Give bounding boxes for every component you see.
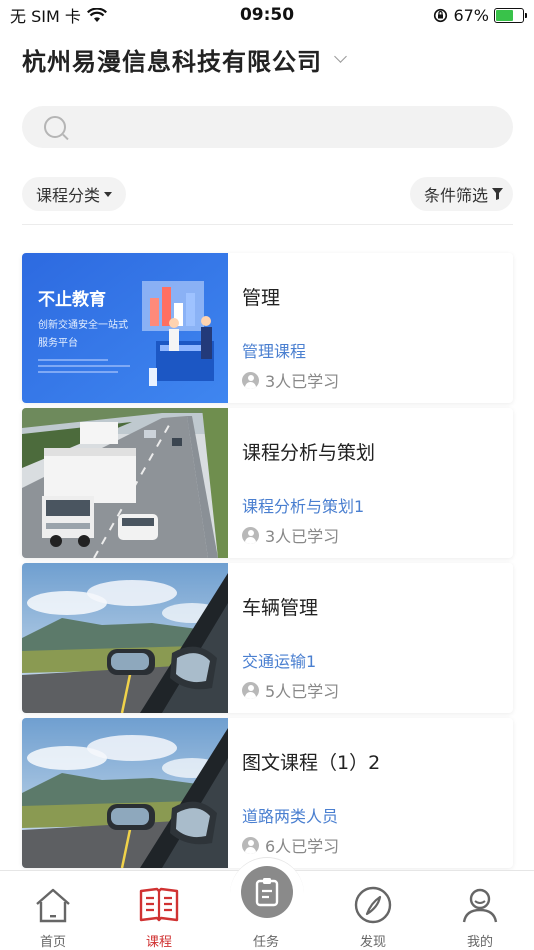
banner-line1: 创新交通安全一站式 xyxy=(38,318,128,331)
company-selector[interactable]: 杭州易漫信息科技有限公司 xyxy=(22,42,347,77)
course-thumbnail-banner: 不止教育 创新交通安全一站式 服务平台 xyxy=(22,253,228,403)
wifi-icon xyxy=(86,7,107,22)
category-filter-button[interactable]: 课程分类 xyxy=(22,177,127,211)
tab-task[interactable]: 任务 xyxy=(213,871,319,950)
filter-icon xyxy=(492,188,503,200)
company-name: 杭州易漫信息科技有限公司 xyxy=(22,48,322,76)
user-icon xyxy=(462,888,498,923)
chevron-down-icon xyxy=(334,50,347,63)
course-list: 不止教育 创新交通安全一站式 服务平台 管理 管理课程 3人已学习 课程分析与策… xyxy=(22,253,513,873)
course-thumbnail-car-mirror xyxy=(22,718,228,868)
person-icon xyxy=(242,836,259,854)
learners-count: 5人已学习 xyxy=(265,682,340,701)
course-learners: 3人已学习 xyxy=(242,368,339,392)
course-title: 管理 xyxy=(242,287,281,309)
course-title: 车辆管理 xyxy=(242,597,319,619)
search-input[interactable] xyxy=(78,118,513,136)
course-learners: 3人已学习 xyxy=(242,523,339,547)
carrier-text: 无 SIM 卡 xyxy=(10,7,81,26)
compass-icon xyxy=(354,886,392,924)
battery-icon xyxy=(494,7,527,23)
status-left: 无 SIM 卡 xyxy=(10,3,107,27)
condition-filter-button[interactable]: 条件筛选 xyxy=(409,177,513,211)
course-card[interactable]: 不止教育 创新交通安全一站式 服务平台 管理 管理课程 3人已学习 xyxy=(22,253,513,403)
course-thumbnail-car-mirror xyxy=(22,563,228,713)
learners-count: 6人已学习 xyxy=(265,837,340,856)
course-learners: 6人已学习 xyxy=(242,833,339,857)
person-icon xyxy=(242,371,259,389)
person-icon xyxy=(242,526,259,544)
course-category: 课程分析与策划1 xyxy=(242,497,365,516)
banner-line2: 服务平台 xyxy=(38,336,78,349)
home-icon xyxy=(36,888,70,923)
filter-row: 课程分类 条件筛选 xyxy=(22,177,513,211)
course-learners: 5人已学习 xyxy=(242,678,339,702)
learners-count: 3人已学习 xyxy=(265,372,340,391)
course-card[interactable]: 课程分析与策划 课程分析与策划1 3人已学习 xyxy=(22,408,513,558)
tab-discover[interactable]: 发现 xyxy=(320,871,426,950)
battery-level xyxy=(496,9,514,21)
course-card[interactable]: 图文课程（1）2 道路两类人员 6人已学习 xyxy=(22,718,513,868)
condition-filter-label: 条件筛选 xyxy=(423,186,488,205)
banner-title: 不止教育 xyxy=(38,289,106,310)
status-bar: 无 SIM 卡 09:50 67% xyxy=(0,0,534,30)
status-right: 67% xyxy=(433,5,527,25)
tab-task-label: 任务 xyxy=(252,935,279,950)
tab-course-label: 课程 xyxy=(145,935,172,950)
orientation-lock-icon xyxy=(434,8,448,22)
tab-course[interactable]: 课程 xyxy=(106,871,212,950)
caret-down-icon xyxy=(104,191,113,197)
course-category: 交通运输1 xyxy=(242,652,317,671)
tab-mine[interactable]: 我的 xyxy=(427,871,533,950)
battery-percent: 67% xyxy=(453,5,489,25)
tab-bar: 首页 课程 任务 发现 我的 xyxy=(0,857,534,950)
course-card[interactable]: 车辆管理 交通运输1 5人已学习 xyxy=(22,563,513,713)
tab-mine-label: 我的 xyxy=(466,935,493,950)
person-icon xyxy=(242,681,259,699)
search-bar[interactable] xyxy=(22,106,513,148)
tab-home-label: 首页 xyxy=(39,935,66,950)
tab-home[interactable]: 首页 xyxy=(0,871,106,950)
course-title: 课程分析与策划 xyxy=(242,442,376,464)
divider xyxy=(22,224,513,225)
category-filter-label: 课程分类 xyxy=(36,186,101,205)
book-icon xyxy=(139,887,179,922)
course-title: 图文课程（1）2 xyxy=(242,752,381,774)
search-icon xyxy=(44,116,66,138)
course-category: 管理课程 xyxy=(242,342,307,361)
tab-discover-label: 发现 xyxy=(359,935,386,950)
course-category: 道路两类人员 xyxy=(242,807,339,826)
course-thumbnail-highway xyxy=(22,408,228,558)
learners-count: 3人已学习 xyxy=(265,527,340,546)
